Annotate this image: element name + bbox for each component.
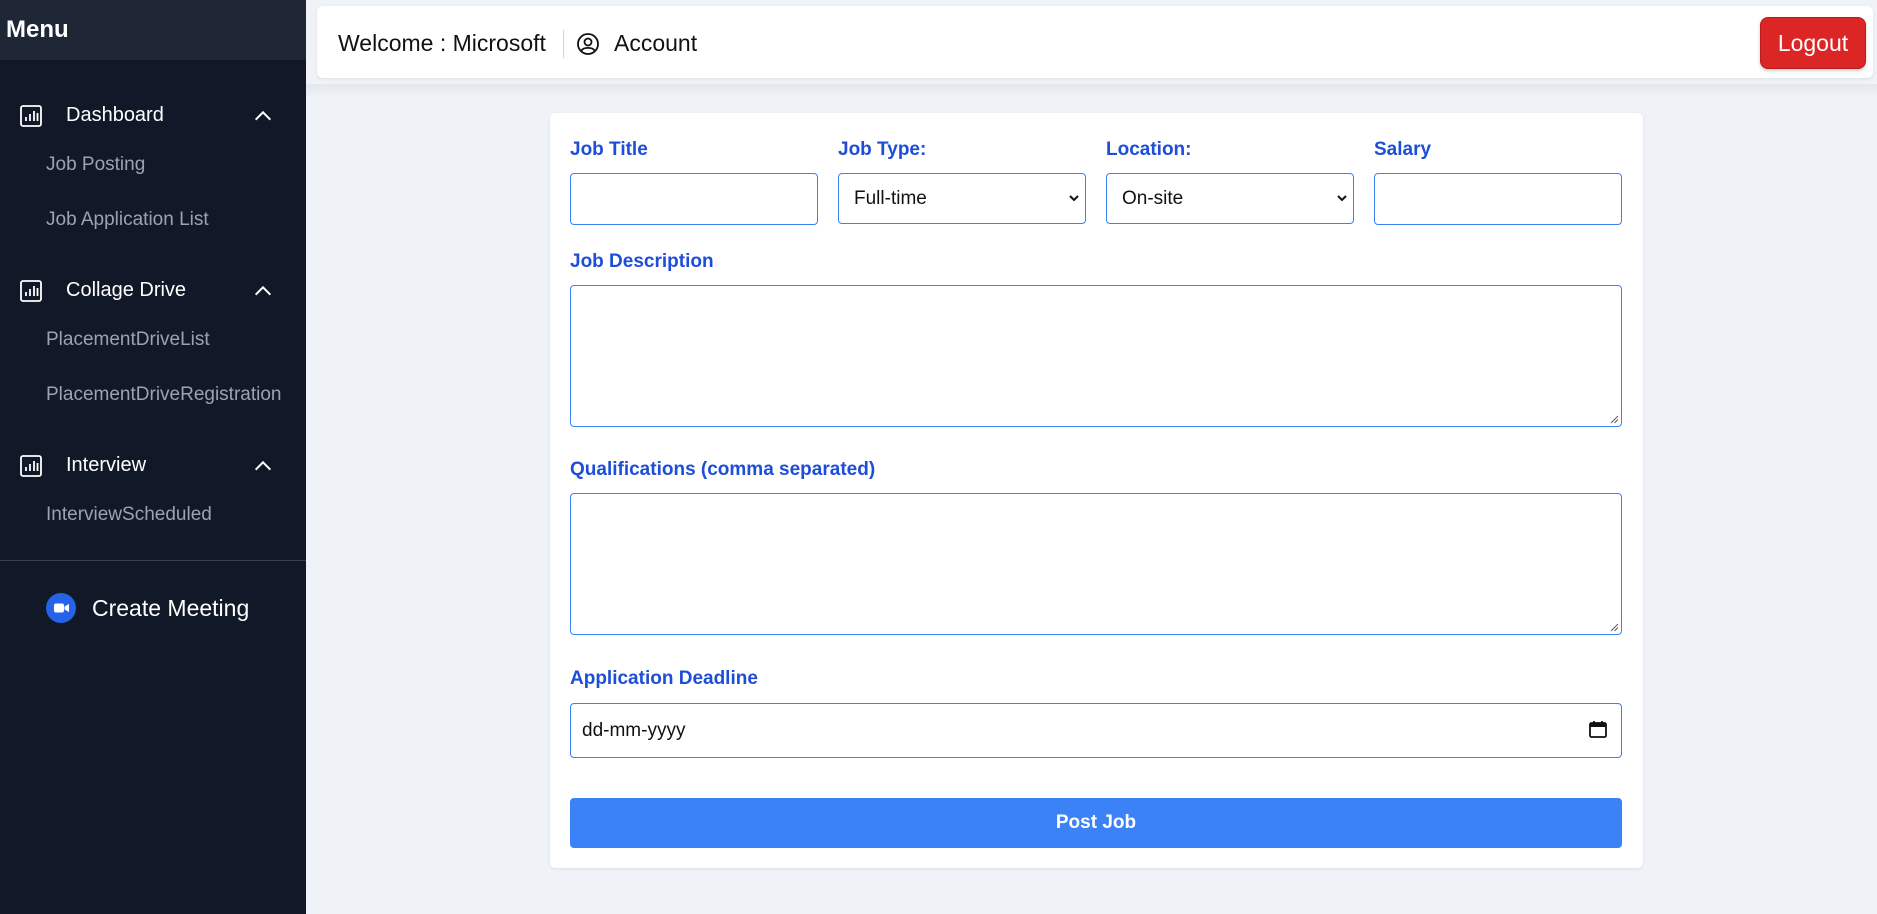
job-description-textarea[interactable] <box>570 285 1622 427</box>
job-title-input[interactable] <box>570 173 818 225</box>
header-shadow <box>306 84 1877 98</box>
bar-chart-icon <box>20 105 42 127</box>
user-circle-icon <box>577 32 599 55</box>
location-label: Location: <box>1106 139 1192 160</box>
bar-chart-icon <box>20 455 42 477</box>
sidebar-section-label: Collage Drive <box>66 278 187 301</box>
salary-label: Salary <box>1374 139 1432 160</box>
sidebar-item-job-application-list[interactable]: Job Application List <box>46 209 209 231</box>
sidebar-item-job-posting[interactable]: Job Posting <box>46 154 145 176</box>
welcome-text: Welcome : Microsoft <box>338 30 546 56</box>
post-job-button[interactable]: Post Job <box>570 798 1622 848</box>
resize-grip-icon[interactable] <box>1609 414 1619 424</box>
sidebar-item-placement-drive-registration[interactable]: PlacementDriveRegistration <box>46 384 282 406</box>
location-value: On-site <box>1122 187 1184 209</box>
salary-input[interactable] <box>1374 173 1622 225</box>
job-title-label: Job Title <box>570 139 648 160</box>
sidebar-section-collage-drive[interactable]: Collage Drive <box>0 272 306 308</box>
sidebar-section-label: Dashboard <box>66 103 164 126</box>
job-type-select[interactable]: Full-time <box>838 173 1086 224</box>
job-post-form: Job Title Job Type: Full-time Location: … <box>550 113 1643 868</box>
qualifications-textarea[interactable] <box>570 493 1622 635</box>
sidebar-item-placement-drive-list[interactable]: PlacementDriveList <box>46 329 210 351</box>
sidebar-section-dashboard[interactable]: Dashboard <box>0 97 306 133</box>
qualifications-label: Qualifications (comma separated) <box>570 459 876 480</box>
calendar-icon[interactable] <box>1588 719 1608 739</box>
chevron-up-icon[interactable] <box>252 455 274 477</box>
create-meeting-label: Create Meeting <box>92 594 250 621</box>
chevron-up-icon[interactable] <box>252 280 274 302</box>
chevron-down-icon <box>1069 195 1079 202</box>
account-label: Account <box>614 30 698 56</box>
chevron-up-icon[interactable] <box>252 105 274 127</box>
sidebar-section-label: Interview <box>66 453 147 476</box>
job-description-label: Job Description <box>570 251 714 272</box>
menu-title: Menu <box>6 16 69 43</box>
bar-chart-icon <box>20 280 42 302</box>
location-select[interactable]: On-site <box>1106 173 1354 224</box>
job-type-label: Job Type: <box>838 139 927 160</box>
top-header: Welcome : Microsoft Account Logout <box>317 6 1873 78</box>
sidebar-divider <box>0 560 306 561</box>
create-meeting-button[interactable]: Create Meeting <box>46 593 249 623</box>
job-type-value: Full-time <box>854 187 927 209</box>
chevron-down-icon <box>1337 195 1347 202</box>
sidebar-section-interview[interactable]: Interview <box>0 447 306 483</box>
deadline-placeholder: dd-mm-yyyy <box>582 719 686 741</box>
header-divider <box>563 30 564 58</box>
application-deadline-label: Application Deadline <box>570 668 758 689</box>
sidebar-item-interview-scheduled[interactable]: InterviewScheduled <box>46 504 212 526</box>
resize-grip-icon[interactable] <box>1609 622 1619 632</box>
logout-button[interactable]: Logout <box>1760 17 1866 69</box>
menu-header: Menu <box>0 0 306 60</box>
application-deadline-input[interactable]: dd-mm-yyyy <box>570 703 1622 758</box>
account-link[interactable]: Account <box>576 30 697 57</box>
sidebar: Menu Dashboard Job Posting Job Applicati… <box>0 0 306 914</box>
video-camera-icon <box>46 593 76 623</box>
